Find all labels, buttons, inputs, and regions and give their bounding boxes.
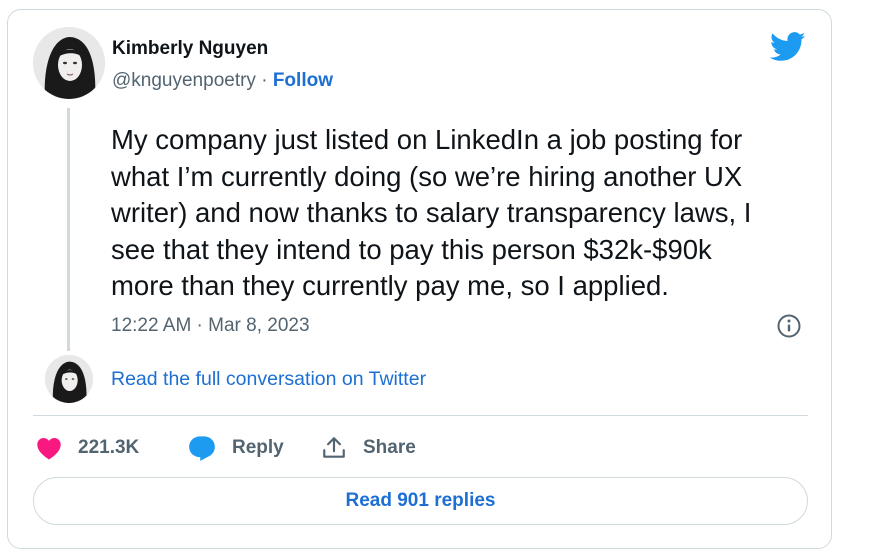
tweet-text-line: what I’m currently doing (so we’re hirin… [111,160,743,192]
heart-icon [37,438,61,460]
author-handle[interactable]: @knguyenpoetry [112,70,256,91]
info-icon[interactable] [776,313,802,339]
author-handle-row: @knguyenpoetry · Follow [112,70,333,92]
share-label: Share [363,437,416,458]
reply-button[interactable]: Reply [188,434,284,462]
like-button[interactable]: 221.3K [36,434,139,462]
tweet-text-line: see that they intend to pay this person … [111,233,712,265]
author-avatar[interactable] [33,27,105,99]
reply-label: Reply [232,437,284,458]
handle-separator: · [261,70,268,91]
divider [33,415,808,416]
follow-link[interactable]: Follow [273,70,333,91]
tweet-text: My company just listed on LinkedIn a job… [111,122,816,305]
share-upload-icon [323,437,345,458]
tweet-text-line: writer) and now thanks to salary transpa… [111,197,752,228]
twitter-bird-icon[interactable] [770,32,806,62]
tweet-timestamp[interactable]: 12:22 AM · Mar 8, 2023 [111,315,310,337]
tweet-text-line: more than they currently pay me, so I ap… [111,270,669,301]
read-conversation-link[interactable]: Read the full conversation on Twitter [111,368,426,391]
author-avatar-small[interactable] [45,355,93,403]
tweet-card: Kimberly Nguyen @knguyenpoetry · Follow … [7,9,832,549]
share-button[interactable]: Share [321,434,416,462]
speech-bubble-icon [189,436,215,461]
like-count: 221.3K [78,437,140,458]
thread-line [67,108,70,351]
author-name[interactable]: Kimberly Nguyen [112,38,268,60]
tweet-text-line: My company just listed on LinkedIn a job… [111,124,743,155]
read-replies-button[interactable]: Read 901 replies [33,477,808,525]
